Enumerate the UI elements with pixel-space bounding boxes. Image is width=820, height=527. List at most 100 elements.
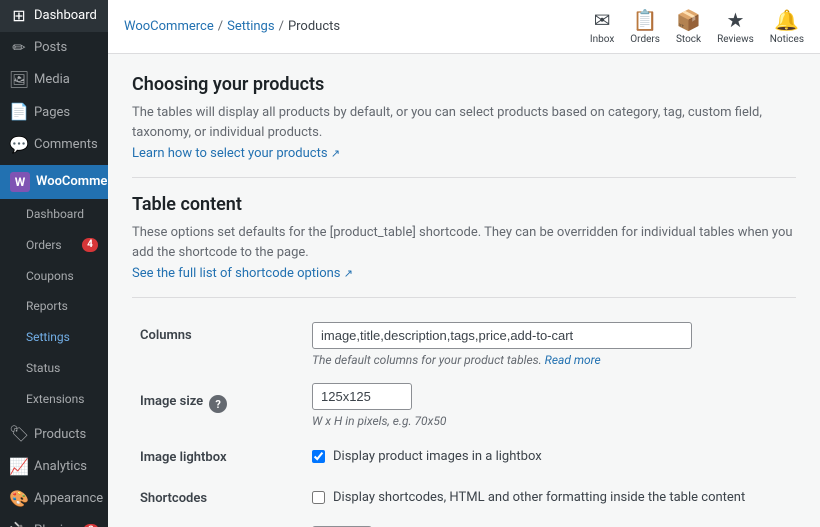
- wc-coupons-label: Coupons: [26, 268, 74, 285]
- notices-label: Notices: [770, 34, 804, 45]
- sidebar-item-wc-reports[interactable]: Reports: [0, 291, 108, 322]
- desc-length-label-cell: Description length ?: [132, 518, 312, 527]
- shortcodes-text[interactable]: Display shortcodes, HTML and other forma…: [333, 490, 745, 505]
- sidebar-item-wc-dashboard[interactable]: Dashboard: [0, 199, 108, 230]
- stock-label: Stock: [676, 34, 701, 45]
- sidebar-item-wc-status[interactable]: Status: [0, 353, 108, 384]
- comments-icon: 💬: [10, 136, 28, 154]
- sidebar-item-label: Appearance: [34, 490, 103, 508]
- sidebar-item-woocommerce[interactable]: W WooCommerce: [0, 165, 108, 199]
- section1-link-text: Learn how to select your products: [132, 146, 328, 161]
- sidebar-item-pages[interactable]: 📄 Pages: [0, 97, 108, 129]
- shortcodes-checkbox[interactable]: [312, 491, 325, 504]
- sidebar-item-comments[interactable]: 💬 Comments: [0, 129, 108, 161]
- section2-link[interactable]: See the full list of shortcode options ↗: [132, 266, 353, 281]
- image-size-help-icon[interactable]: ?: [209, 395, 227, 413]
- sidebar-item-wc-coupons[interactable]: Coupons: [0, 261, 108, 292]
- section2-desc: These options set defaults for the [prod…: [132, 223, 796, 262]
- section2-title: Table content: [132, 194, 796, 215]
- stock-icon: 📦: [676, 8, 701, 32]
- sidebar-item-dashboard[interactable]: ⊞ Dashboard: [0, 0, 108, 32]
- top-icon-stock[interactable]: 📦 Stock: [676, 8, 701, 45]
- sidebar-item-wc-settings[interactable]: Settings: [0, 322, 108, 353]
- wc-extensions-label: Extensions: [26, 391, 84, 408]
- media-icon: 🖼: [10, 71, 28, 89]
- dashboard-icon: ⊞: [10, 7, 28, 25]
- columns-label: Columns: [140, 328, 192, 343]
- desc-length-row: Description length ? words: [132, 518, 796, 527]
- top-icon-orders[interactable]: 📋 Orders: [630, 8, 660, 45]
- sidebar-item-plugins[interactable]: 🔌 Plugins 2: [0, 515, 108, 527]
- wc-settings-label: Settings: [26, 329, 70, 346]
- sidebar-item-label: Posts: [34, 39, 67, 57]
- sidebar-item-wc-extensions[interactable]: Extensions: [0, 384, 108, 415]
- sidebar-item-label: Plugins: [34, 522, 77, 527]
- image-size-hint: W x H in pixels, e.g. 70x50: [312, 414, 796, 428]
- reviews-icon: ★: [726, 8, 744, 32]
- shortcodes-row: Shortcodes Display shortcodes, HTML and …: [132, 477, 796, 518]
- reviews-label: Reviews: [717, 34, 754, 45]
- image-lightbox-checkbox[interactable]: [312, 450, 325, 463]
- sidebar-item-label: Analytics: [34, 458, 87, 476]
- breadcrumb-woocommerce[interactable]: WooCommerce: [124, 19, 214, 34]
- sidebar-item-label: WooCommerce: [36, 173, 108, 191]
- notices-icon: 🔔: [774, 8, 799, 32]
- top-icon-inbox[interactable]: ✉ Inbox: [590, 8, 614, 45]
- sidebar-item-label: Dashboard: [34, 7, 97, 25]
- appearance-icon: 🎨: [10, 490, 28, 508]
- shortcodes-checkbox-row: Display shortcodes, HTML and other forma…: [312, 490, 796, 505]
- settings-form: Columns The default columns for your pro…: [132, 314, 796, 527]
- wc-status-label: Status: [26, 360, 60, 377]
- analytics-icon: 📈: [10, 458, 28, 476]
- page-content: Choosing your products The tables will d…: [108, 54, 820, 527]
- external-icon2: ↗: [344, 267, 353, 280]
- image-size-input[interactable]: [312, 383, 412, 410]
- divider1: [132, 177, 796, 178]
- image-size-value-cell: W x H in pixels, e.g. 70x50: [312, 375, 796, 436]
- columns-input[interactable]: [312, 322, 692, 349]
- section1-desc: The tables will display all products by …: [132, 103, 796, 142]
- image-lightbox-label-cell: Image lightbox: [132, 436, 312, 477]
- orders-label: Orders: [630, 34, 660, 45]
- posts-icon: ✏: [10, 39, 28, 57]
- section1-title: Choosing your products: [132, 74, 796, 95]
- breadcrumb-current: Products: [288, 19, 340, 34]
- breadcrumb-sep1: /: [218, 19, 223, 34]
- sidebar-item-appearance[interactable]: 🎨 Appearance: [0, 483, 108, 515]
- columns-hint: The default columns for your product tab…: [312, 353, 796, 367]
- image-lightbox-text[interactable]: Display product images in a lightbox: [333, 449, 542, 464]
- sidebar-item-media[interactable]: 🖼 Media: [0, 64, 108, 96]
- image-size-label: Image size: [140, 394, 203, 409]
- pages-icon: 📄: [10, 104, 28, 122]
- columns-value-cell: The default columns for your product tab…: [312, 314, 796, 375]
- image-lightbox-label: Image lightbox: [140, 450, 227, 465]
- wc-orders-label: Orders: [26, 237, 62, 254]
- inbox-label: Inbox: [590, 34, 614, 45]
- top-icons: ✉ Inbox 📋 Orders 📦 Stock ★ Reviews 🔔: [590, 8, 804, 45]
- sidebar-item-label: Comments: [34, 136, 98, 154]
- breadcrumb-settings[interactable]: Settings: [227, 19, 274, 34]
- sidebar-item-wc-orders[interactable]: Orders 4: [0, 230, 108, 261]
- image-size-row: Image size ? W x H in pixels, e.g. 70x50: [132, 375, 796, 436]
- shortcodes-value-cell: Display shortcodes, HTML and other forma…: [312, 477, 796, 518]
- top-bar: WooCommerce / Settings / Products ✉ Inbo…: [108, 0, 820, 54]
- section1-link[interactable]: Learn how to select your products ↗: [132, 146, 340, 161]
- orders-badge: 4: [82, 238, 98, 252]
- image-size-label-cell: Image size ?: [132, 375, 312, 436]
- sidebar-item-products[interactable]: 🏷 Products: [0, 419, 108, 451]
- sidebar-item-posts[interactable]: ✏ Posts: [0, 32, 108, 64]
- top-icon-notices[interactable]: 🔔 Notices: [770, 8, 804, 45]
- wc-reports-label: Reports: [26, 298, 68, 315]
- inbox-icon: ✉: [594, 8, 611, 32]
- sidebar: ⊞ Dashboard ✏ Posts 🖼 Media 📄 Pages 💬 Co…: [0, 0, 108, 527]
- top-icon-reviews[interactable]: ★ Reviews: [717, 8, 754, 45]
- divider2: [132, 297, 796, 298]
- products-icon: 🏷: [10, 426, 28, 444]
- sidebar-item-label: Products: [34, 426, 86, 444]
- content-area: WooCommerce / Settings / Products ✉ Inbo…: [108, 0, 820, 527]
- sidebar-item-analytics[interactable]: 📈 Analytics: [0, 451, 108, 483]
- plugins-icon: 🔌: [10, 522, 28, 527]
- image-lightbox-row: Image lightbox Display product images in…: [132, 436, 796, 477]
- wc-dashboard-label: Dashboard: [26, 206, 84, 223]
- columns-read-more[interactable]: Read more: [545, 353, 601, 367]
